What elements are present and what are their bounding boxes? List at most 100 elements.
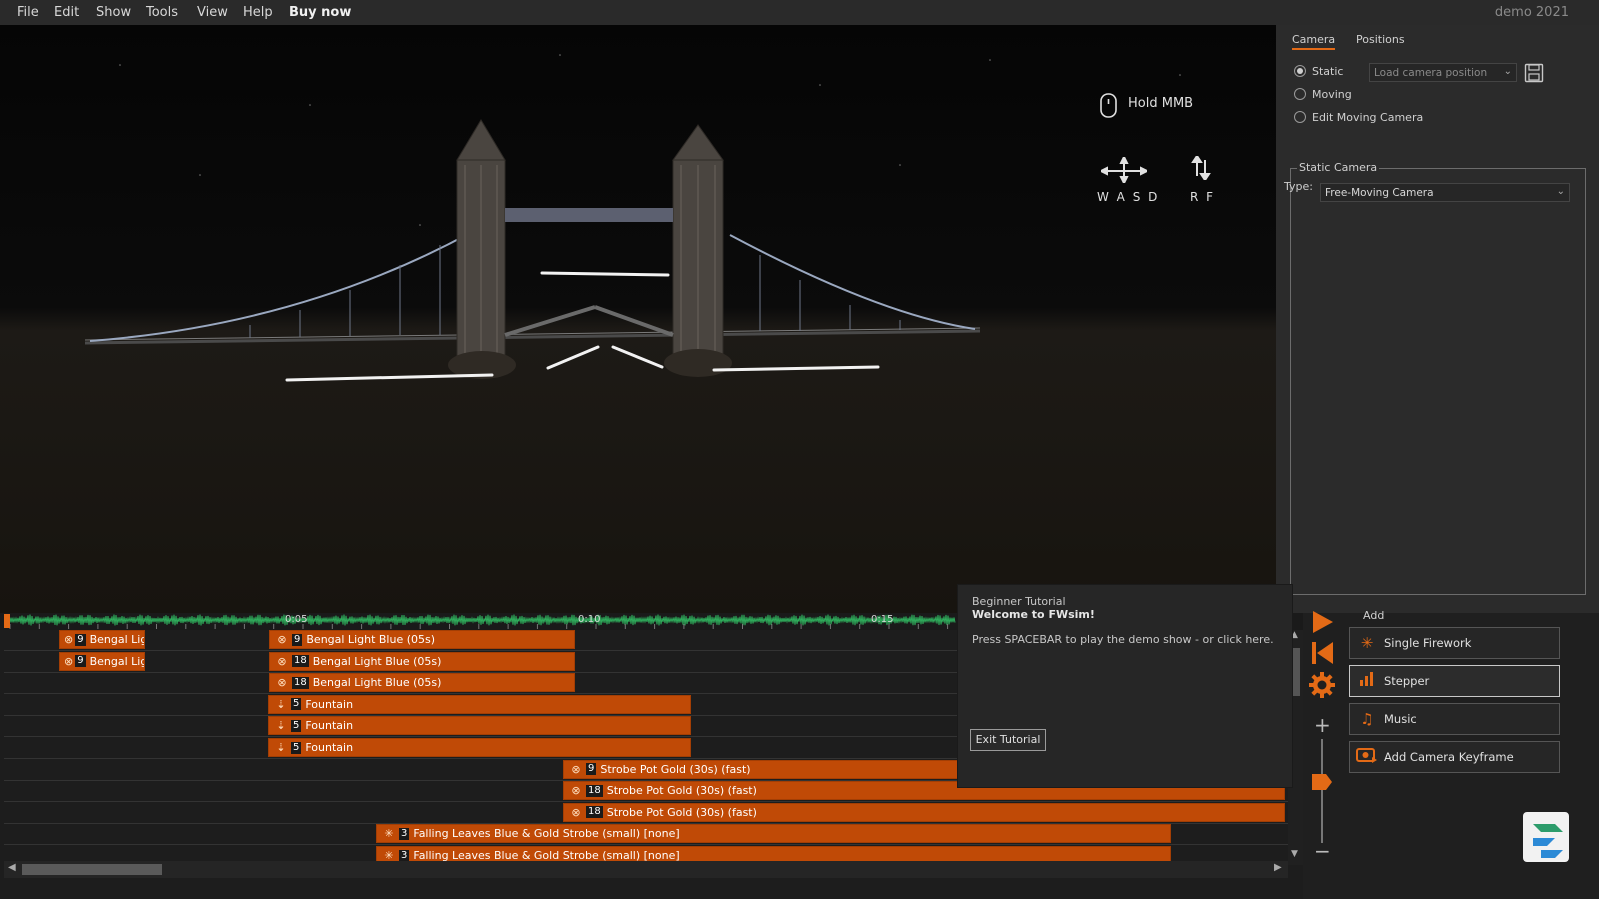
load-camera-position-placeholder: Load camera position	[1374, 67, 1488, 79]
3d-viewport[interactable]: Hold MMB W A S D R F	[0, 25, 1276, 613]
firework-bar[interactable]: ⊗ 18 Strobe Pot Gold (30s) (fast)	[563, 802, 1285, 822]
play-icon[interactable]	[1309, 609, 1335, 635]
effect-label: Strobe Pot Gold (30s) (fast)	[606, 784, 757, 798]
radio-moving[interactable]: Moving	[1294, 86, 1352, 102]
radio-moving-indicator[interactable]	[1294, 88, 1306, 100]
radio-static[interactable]: Static	[1294, 63, 1343, 79]
effect-label: Bengal Lig	[89, 654, 145, 668]
scroll-left-icon[interactable]: ◀	[8, 862, 16, 873]
menu-tools[interactable]: Tools	[146, 5, 178, 20]
zoom-out-icon[interactable]: −	[1314, 839, 1331, 863]
tutorial-body[interactable]: Press SPACEBAR to play the demo show - o…	[972, 633, 1274, 646]
radio-moving-label: Moving	[1312, 87, 1352, 101]
track-row[interactable]: ✳ 3 Falling Leaves Blue & Gold Strobe (sma…	[4, 824, 1288, 846]
chevron-down-icon: ⌄	[1556, 186, 1565, 197]
track-row[interactable]: ⊗ 18 Strobe Pot Gold (30s) (fast)	[4, 802, 1288, 824]
effect-count: 9	[75, 655, 86, 668]
camera-type-value: Free-Moving Camera	[1325, 187, 1434, 199]
rewind-to-start-icon[interactable]	[1309, 640, 1335, 666]
horizontal-scroll-thumb[interactable]	[22, 864, 162, 875]
bridge-scene	[84, 54, 1181, 382]
tutorial-popup[interactable]: Beginner Tutorial Welcome to FWsim! Pres…	[957, 584, 1293, 788]
effect-label: Strobe Pot Gold (30s) (fast)	[606, 805, 757, 819]
effect-label: Falling Leaves Blue & Gold Strobe (small…	[413, 827, 680, 841]
music-note-icon: ♫	[1360, 710, 1374, 728]
radio-edit-moving-label: Edit Moving Camera	[1312, 110, 1424, 124]
menu-file[interactable]: File	[17, 5, 39, 20]
effect-count: 3	[399, 827, 410, 840]
up-down-arrows-icon	[1191, 156, 1211, 180]
burst-icon: ✳	[384, 827, 394, 841]
horizontal-scrollbar[interactable]: ◀ ▶	[4, 861, 1288, 878]
menu-edit[interactable]: Edit	[54, 5, 79, 20]
zoom-slider-handle[interactable]	[1312, 774, 1334, 790]
zoom-in-icon[interactable]: +	[1314, 713, 1331, 737]
type-label: Type:	[1284, 180, 1313, 193]
playhead-marker[interactable]	[4, 614, 10, 628]
effect-label: Fountain	[305, 697, 354, 711]
app-logo	[1523, 812, 1569, 862]
bengal-icon: ⊗	[277, 654, 287, 668]
firework-bar[interactable]: ✳ 3 Falling Leaves Blue & Gold Strobe (sma…	[376, 824, 1171, 844]
mouse-icon	[1100, 93, 1117, 118]
add-music-button[interactable]: ♫ Music	[1349, 703, 1560, 735]
radio-edit-moving-camera[interactable]: Edit Moving Camera	[1294, 109, 1423, 125]
static-camera-group: Static Camera Type: Free-Moving Camera ⌄	[1284, 161, 1586, 595]
add-single-firework-label: Single Firework	[1384, 636, 1472, 650]
tutorial-subtitle: Beginner Tutorial	[972, 595, 1066, 608]
effect-label: Bengal Light Blue (05s)	[306, 633, 436, 646]
bengal-icon: ⊗	[277, 633, 287, 646]
menu-buy-now[interactable]: Buy now	[289, 5, 351, 20]
time-label: 0:15	[871, 614, 894, 625]
firework-bar[interactable]: ⊗ 18 Bengal Light Blue (05s)	[269, 673, 575, 693]
firework-bar[interactable]: ⇣ 5 Fountain	[268, 694, 691, 714]
scroll-right-icon[interactable]: ▶	[1274, 862, 1282, 873]
waveform-path	[9, 614, 956, 626]
firework-bar[interactable]: ⊗ 9 Bengal Lig	[59, 651, 145, 671]
add-stepper-label: Stepper	[1384, 674, 1430, 688]
radio-static-indicator[interactable]	[1294, 65, 1306, 77]
effect-count: 9	[586, 763, 597, 776]
bengal-icon: ⊗	[571, 784, 581, 798]
firework-bar[interactable]: ⊗ 9 Bengal Lig	[59, 630, 145, 649]
effect-count: 18	[586, 784, 603, 797]
effect-count: 5	[291, 698, 302, 711]
rf-hint: R F	[1190, 190, 1216, 204]
add-camera-keyframe-button[interactable]: Add Camera Keyframe	[1349, 741, 1560, 773]
camera-keyframe-icon	[1354, 746, 1380, 768]
scroll-down-icon[interactable]: ▼	[1291, 849, 1298, 859]
fountain-icon: ⇣	[276, 719, 286, 733]
camera-type-select[interactable]: Free-Moving Camera ⌄	[1320, 183, 1570, 202]
hold-mmb-hint: Hold MMB	[1128, 96, 1194, 111]
menu-help[interactable]: Help	[243, 5, 273, 20]
add-single-firework-button[interactable]: ✳ Single Firework	[1349, 627, 1560, 659]
tab-camera[interactable]: Camera	[1292, 33, 1336, 50]
effect-count: 9	[75, 633, 86, 646]
tutorial-title: Welcome to FWsim!	[972, 608, 1095, 621]
save-icon[interactable]	[1524, 63, 1544, 83]
effect-count: 5	[291, 719, 302, 732]
tab-positions[interactable]: Positions	[1356, 33, 1405, 46]
firework-bar[interactable]: ⇣ 5 Fountain	[268, 738, 691, 757]
firework-bar[interactable]: ⇣ 5 Fountain	[268, 716, 691, 736]
effect-count: 9	[292, 633, 303, 646]
static-camera-title: Static Camera	[1297, 161, 1380, 174]
chevron-down-icon: ⌄	[1503, 66, 1512, 77]
radio-edit-moving-indicator[interactable]	[1294, 111, 1306, 123]
firework-bar[interactable]: ⊗ 9 Bengal Light Blue (05s)	[269, 630, 575, 649]
fountain-icon: ⇣	[276, 697, 286, 711]
time-label: 0:10	[578, 614, 601, 625]
effect-count: 5	[291, 741, 302, 754]
load-camera-position-select[interactable]: Load camera position ⌄	[1369, 63, 1517, 82]
menu-view[interactable]: View	[197, 5, 228, 20]
add-stepper-button[interactable]: Stepper	[1349, 665, 1560, 697]
bengal-icon: ⊗	[571, 805, 581, 819]
menu-show[interactable]: Show	[96, 5, 131, 20]
edition-label: demo 2021	[1494, 5, 1569, 20]
zoom-slider-track[interactable]	[1321, 739, 1323, 843]
settings-gear-icon[interactable]	[1308, 671, 1336, 699]
firework-bar[interactable]: ⊗ 18 Bengal Light Blue (05s)	[269, 651, 575, 671]
exit-tutorial-button[interactable]: Exit Tutorial	[970, 729, 1046, 751]
time-label: 0:05	[285, 614, 308, 625]
bengal-icon: ⊗	[64, 633, 74, 646]
